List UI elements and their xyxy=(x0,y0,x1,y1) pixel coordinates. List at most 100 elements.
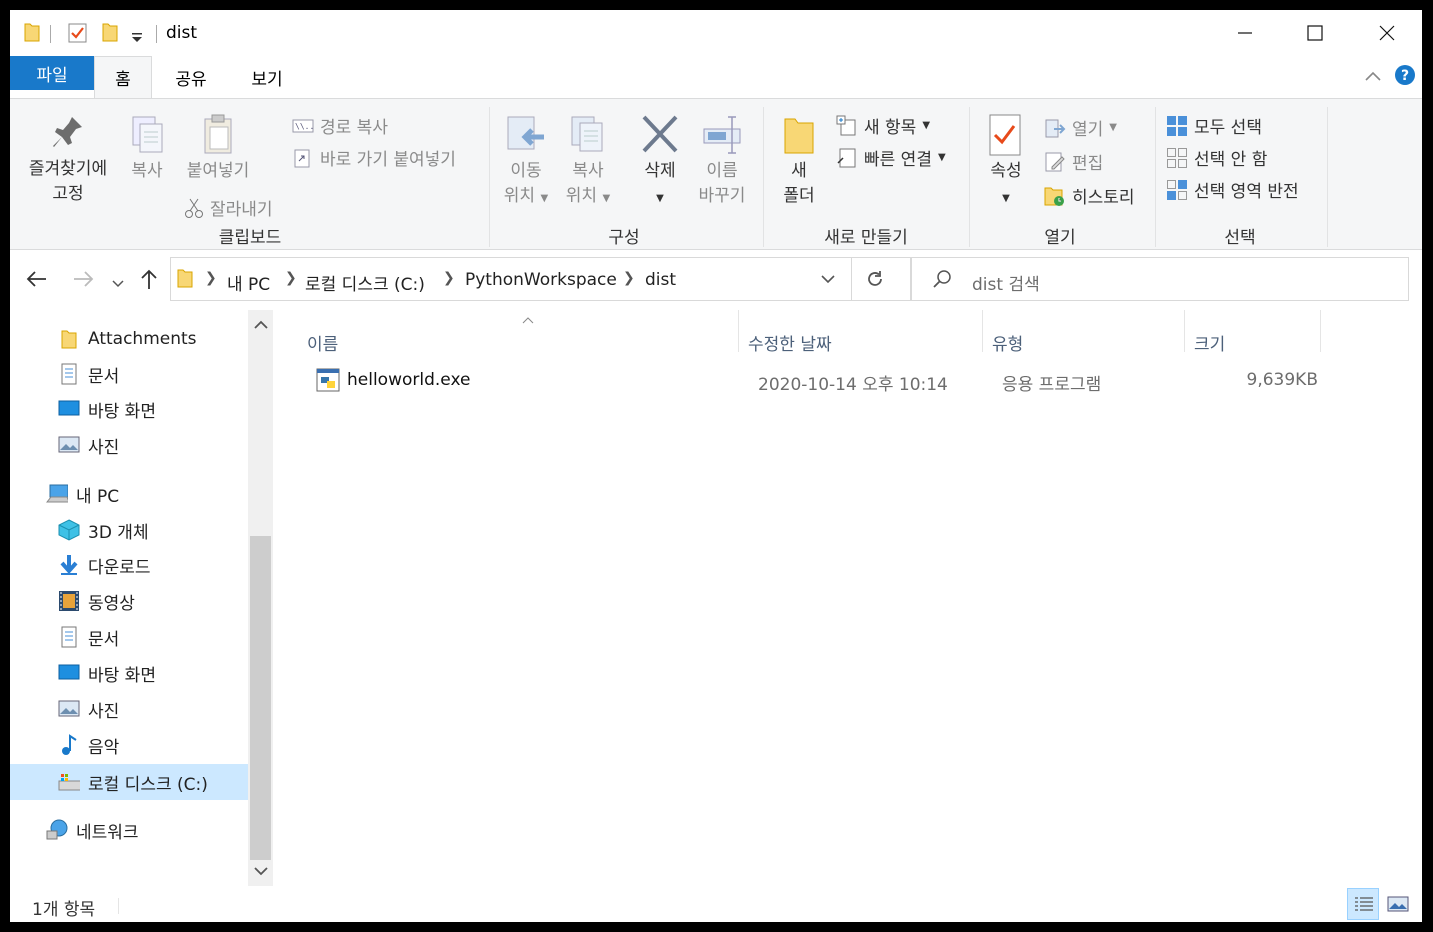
video-icon xyxy=(58,590,80,612)
pictures-icon xyxy=(58,698,80,720)
details-view-button[interactable] xyxy=(1347,888,1379,920)
forward-button[interactable] xyxy=(72,270,94,292)
recent-locations-button[interactable] xyxy=(112,274,124,293)
breadcrumb-dist[interactable]: dist xyxy=(645,270,676,290)
copy-path-button[interactable]: \\... 경로 복사 xyxy=(292,113,388,138)
move-to-button[interactable]: 이동 위치 ▼ xyxy=(498,113,554,211)
table-row[interactable]: helloworld.exe 2020-10-14 오후 10:14 응용 프로… xyxy=(296,362,1326,398)
maximize-button[interactable] xyxy=(1280,10,1350,56)
chevron-right-icon[interactable]: ❯ xyxy=(623,270,635,286)
status-bar: 1개 항목 xyxy=(10,886,1422,922)
column-header-size[interactable]: 크기 xyxy=(1194,330,1225,355)
select-none-button[interactable]: 선택 안 함 xyxy=(1166,145,1267,170)
large-icons-view-button[interactable] xyxy=(1382,888,1414,920)
nav-item-documents-quick[interactable]: 문서 xyxy=(58,357,119,391)
select-all-button[interactable]: 모두 선택 xyxy=(1166,113,1262,138)
copy-to-icon xyxy=(571,116,603,152)
history-button[interactable]: 히스토리 xyxy=(1044,183,1135,208)
nav-item-attachments[interactable]: Attachments xyxy=(58,322,197,356)
open-button[interactable]: 열기 ▼ xyxy=(1044,115,1117,140)
breadcrumb-this-pc[interactable]: 내 PC xyxy=(227,270,270,295)
help-icon: ? xyxy=(1395,65,1415,85)
nav-item-pictures[interactable]: 사진 xyxy=(58,692,119,726)
help-button[interactable]: ? xyxy=(1394,64,1416,90)
address-row: ❯ 내 PC ❯ 로컬 디스크 (C:) ❯ PythonWorkspace ❯… xyxy=(10,250,1422,310)
breadcrumb-pythonworkspace[interactable]: PythonWorkspace xyxy=(465,270,617,290)
svg-text:\\...: \\... xyxy=(295,122,314,131)
nav-item-network[interactable]: 네트워크 xyxy=(46,813,139,847)
navigation-pane: Attachments 문서 바탕 화면 사진 내 PC 3D 개체 다운로드 xyxy=(10,310,248,886)
tab-file[interactable]: 파일 xyxy=(10,56,94,90)
copy-to-button[interactable]: 복사 위치 ▼ xyxy=(560,113,616,211)
column-header-type[interactable]: 유형 xyxy=(992,330,1023,355)
desktop-icon xyxy=(58,662,80,684)
chevron-right-icon[interactable]: ❯ xyxy=(285,270,297,286)
tab-view[interactable]: 보기 xyxy=(236,56,298,98)
invert-selection-icon xyxy=(1167,179,1187,200)
edit-button[interactable]: 편집 xyxy=(1044,149,1103,174)
scrollbar-thumb[interactable] xyxy=(250,536,271,860)
tab-share[interactable]: 공유 xyxy=(160,56,222,98)
minimize-button[interactable] xyxy=(1210,10,1280,56)
rename-button[interactable]: 이름 바꾸기 xyxy=(690,113,754,209)
address-dropdown-icon xyxy=(821,275,835,284)
folder-icon xyxy=(58,328,80,350)
history-icon xyxy=(1044,187,1064,206)
chevron-up-icon xyxy=(1365,71,1381,81)
refresh-icon[interactable] xyxy=(865,269,885,289)
properties-button[interactable]: 속성 ▼ xyxy=(978,113,1034,211)
search-box[interactable]: dist 검색 xyxy=(911,257,1409,301)
paste-button[interactable]: 붙여넣기 xyxy=(178,113,258,184)
document-icon xyxy=(58,626,80,648)
back-button[interactable] xyxy=(26,270,48,292)
pin-quick-access-button[interactable]: 즐겨찾기에 고정 xyxy=(20,113,116,207)
invert-selection-button[interactable]: 선택 영역 반전 xyxy=(1166,177,1299,202)
nav-item-downloads[interactable]: 다운로드 xyxy=(58,548,151,582)
new-folder-qat-icon[interactable] xyxy=(102,22,118,46)
nav-scrollbar[interactable] xyxy=(248,310,273,886)
nav-item-videos[interactable]: 동영상 xyxy=(58,584,135,618)
properties-qat-icon[interactable] xyxy=(68,23,88,47)
breadcrumb-local-disk[interactable]: 로컬 디스크 (C:) xyxy=(305,270,425,295)
collapse-ribbon-button[interactable] xyxy=(1364,68,1382,87)
nav-item-this-pc[interactable]: 내 PC xyxy=(46,477,119,511)
search-placeholder[interactable]: dist 검색 xyxy=(972,270,1040,295)
edit-icon xyxy=(1045,152,1065,171)
tab-home[interactable]: 홈 xyxy=(94,56,152,98)
up-button[interactable] xyxy=(140,268,158,294)
explorer-window: dist 파일 홈 공유 보기 ? 즐겨찾기에 고정 복사 붙여넣기 \\.. … xyxy=(10,10,1422,922)
column-header-name[interactable]: 이름 xyxy=(307,330,338,355)
customize-qat-icon[interactable] xyxy=(130,28,144,47)
file-name[interactable]: helloworld.exe xyxy=(347,370,470,390)
new-folder-button[interactable]: 새 폴더 xyxy=(772,113,826,209)
chevron-right-icon[interactable]: ❯ xyxy=(443,270,455,286)
chevron-right-icon[interactable]: ❯ xyxy=(205,270,217,286)
copy-icon xyxy=(132,116,163,153)
details-view-icon xyxy=(1355,897,1373,911)
cut-button[interactable]: 잘라내기 xyxy=(184,195,273,220)
nav-item-music[interactable]: 음악 xyxy=(58,728,119,762)
close-button[interactable] xyxy=(1352,10,1422,56)
move-to-icon xyxy=(507,116,544,150)
scissors-icon xyxy=(185,198,203,218)
group-label-organize: 구성 xyxy=(608,228,640,248)
paste-shortcut-button[interactable]: 바로 가기 붙여넣기 xyxy=(292,145,456,170)
large-icons-view-icon xyxy=(1387,896,1409,912)
easy-access-button[interactable]: 빠른 연결 ▼ xyxy=(836,145,946,170)
nav-item-desktop-quick[interactable]: 바탕 화면 xyxy=(58,392,156,426)
nav-item-local-disk[interactable]: 로컬 디스크 (C:) xyxy=(58,765,208,799)
column-header-modified[interactable]: 수정한 날짜 xyxy=(748,330,832,355)
nav-item-pictures-quick[interactable]: 사진 xyxy=(58,428,119,462)
file-size: 9,639KB xyxy=(1246,370,1318,390)
address-bar[interactable]: ❯ 내 PC ❯ 로컬 디스크 (C:) ❯ PythonWorkspace ❯… xyxy=(170,257,911,301)
select-all-icon xyxy=(1167,115,1187,136)
delete-button[interactable]: 삭제 ▼ xyxy=(634,113,686,211)
easy-access-icon xyxy=(837,148,856,167)
nav-item-documents[interactable]: 문서 xyxy=(58,620,119,654)
new-item-button[interactable]: 새 항목 ▼ xyxy=(836,113,930,138)
copy-button[interactable]: 복사 xyxy=(120,113,174,184)
computer-icon xyxy=(46,483,68,505)
nav-item-3d-objects[interactable]: 3D 개체 xyxy=(58,513,149,547)
nav-item-desktop[interactable]: 바탕 화면 xyxy=(58,656,156,690)
group-label-open: 열기 xyxy=(1044,228,1076,248)
